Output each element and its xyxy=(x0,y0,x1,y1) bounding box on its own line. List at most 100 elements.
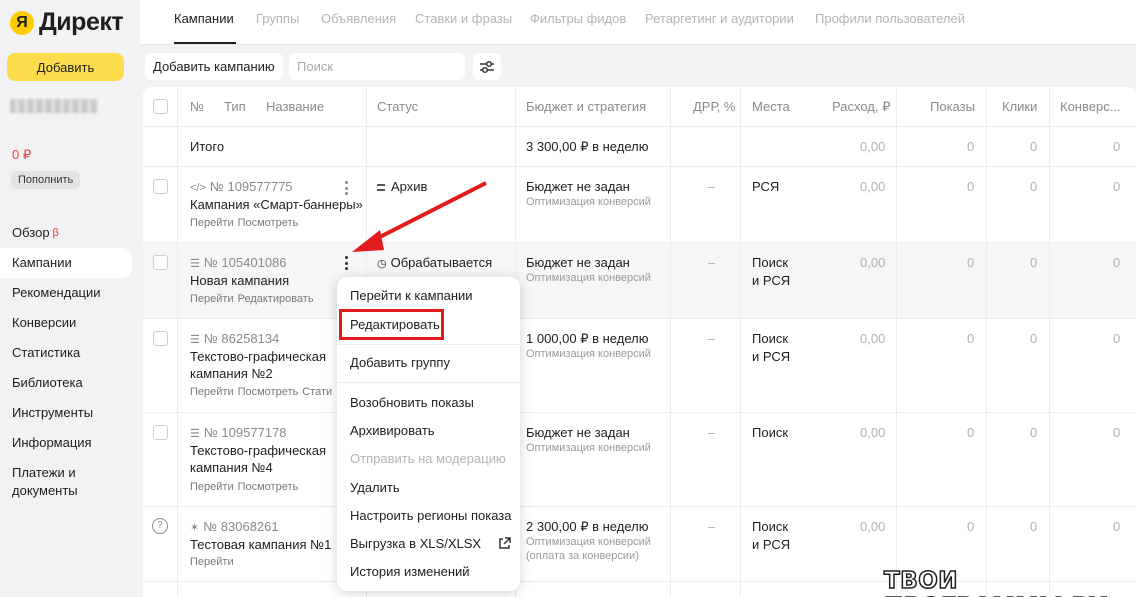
menu-item-archive[interactable]: Архивировать xyxy=(350,423,435,438)
blurred-login xyxy=(10,99,98,113)
campaign-name[interactable]: Тестовая кампания №1 xyxy=(190,537,331,552)
conversions: 0 xyxy=(1113,255,1121,270)
campaign-name[interactable]: Текстово-графическая xyxy=(190,443,326,458)
tab-groups[interactable]: Группы xyxy=(256,11,299,26)
sidebar-item-label: Рекомендации xyxy=(12,285,101,300)
link-edit[interactable]: Редактировать xyxy=(238,293,314,305)
total-shows: 0 xyxy=(967,139,975,154)
link-open[interactable]: Перейти xyxy=(190,293,234,305)
shows: 0 xyxy=(967,331,975,346)
header-name[interactable]: Название xyxy=(266,99,324,114)
help-icon[interactable]: ? xyxy=(152,518,168,534)
status: Архив xyxy=(377,179,427,194)
tab-campaigns[interactable]: Кампании xyxy=(174,11,234,26)
tab-ads[interactable]: Объявления xyxy=(321,11,396,26)
header-shows[interactable]: Показы xyxy=(930,99,975,114)
sidebar-item-recommendations[interactable]: Рекомендации xyxy=(0,278,140,308)
link-view[interactable]: Посмотреть xyxy=(238,481,299,493)
header-drr[interactable]: ДРР, % xyxy=(693,99,735,114)
strategy: Оптимизация конверсий xyxy=(526,272,651,284)
budget: Бюджет не задан xyxy=(526,255,630,270)
menu-item-resume[interactable]: Возобновить показы xyxy=(350,395,474,410)
sidebar-item-statistics[interactable]: Статистика xyxy=(0,338,140,368)
menu-item-regions[interactable]: Настроить регионы показа xyxy=(350,508,511,523)
status: ◷ Обрабатывается xyxy=(377,255,492,270)
tab-retargeting[interactable]: Ретаргетинг и аудитории xyxy=(645,11,794,26)
campaign-name[interactable]: Текстово-графическая xyxy=(190,349,326,364)
filter-settings-button[interactable] xyxy=(473,53,501,80)
sidebar-item-library[interactable]: Библиотека xyxy=(0,368,140,398)
header-places[interactable]: Места xyxy=(752,99,790,114)
sidebar-item-tools[interactable]: Инструменты xyxy=(0,398,140,428)
header-no[interactable]: № xyxy=(190,99,204,114)
campaign-name[interactable]: Новая кампания xyxy=(190,273,289,288)
total-budget: 3 300,00 ₽ в неделю xyxy=(526,139,649,154)
tab-feed-filters[interactable]: Фильтры фидов xyxy=(530,11,626,26)
clicks: 0 xyxy=(1030,331,1038,346)
menu-item-open-campaign[interactable]: Перейти к кампании xyxy=(350,288,473,303)
campaign-id: ☰ № 105401086 xyxy=(190,255,287,270)
add-button[interactable]: Добавить xyxy=(7,53,124,81)
strategy: Оптимизация конверсий xyxy=(526,196,651,208)
sidebar-item-campaigns[interactable]: Кампании xyxy=(0,248,132,278)
topup-button[interactable]: Пополнить xyxy=(11,171,81,189)
strategy: Оптимизация конверсий xyxy=(526,442,651,454)
row-checkbox[interactable] xyxy=(153,179,168,194)
header-status[interactable]: Статус xyxy=(377,99,418,114)
status-text: Архив xyxy=(391,179,428,194)
sidebar-item-conversions[interactable]: Конверсии xyxy=(0,308,140,338)
link-open[interactable]: Перейти xyxy=(190,481,234,493)
sidebar-item-payments[interactable]: Платежи и документы xyxy=(0,458,140,504)
menu-item-add-group[interactable]: Добавить группу xyxy=(350,355,450,370)
row-checkbox[interactable] xyxy=(153,331,168,346)
menu-item-history[interactable]: История изменений xyxy=(350,564,470,579)
row-menu-button[interactable] xyxy=(341,180,351,196)
add-campaign-button[interactable]: Добавить кампанию xyxy=(145,53,283,80)
sidebar-item-overview[interactable]: Обзор β xyxy=(0,218,140,248)
places: РСЯ xyxy=(752,179,780,194)
link-open[interactable]: Перейти xyxy=(190,386,234,398)
menu-item-export[interactable]: Выгрузка в XLS/XLSX xyxy=(350,536,481,551)
yandex-logo-icon: Я xyxy=(10,10,34,35)
tab-bids[interactable]: Ставки и фразы xyxy=(415,11,512,26)
link-stats[interactable]: Стати xyxy=(302,386,332,398)
link-open[interactable]: Перейти xyxy=(190,556,234,568)
text-ad-icon: ☰ xyxy=(190,334,200,346)
conversions: 0 xyxy=(1113,331,1121,346)
campaign-links: Перейти Редактировать xyxy=(190,293,318,305)
row-checkbox[interactable] xyxy=(153,255,168,270)
spend: 0,00 xyxy=(860,331,886,346)
tab-user-profiles[interactable]: Профили пользователей xyxy=(815,11,965,26)
campaign-id: ✶ № 83068261 xyxy=(190,519,279,534)
menu-item-delete[interactable]: Удалить xyxy=(350,480,400,495)
budget: 2 300,00 ₽ в неделю xyxy=(526,519,649,534)
header-conversions[interactable]: Конверс... xyxy=(1060,99,1121,114)
conversions: 0 xyxy=(1113,425,1121,440)
external-link-icon xyxy=(499,537,511,549)
header-budget[interactable]: Бюджет и стратегия xyxy=(526,99,646,114)
header-type[interactable]: Тип xyxy=(224,99,246,114)
search-input[interactable] xyxy=(289,53,465,80)
campaign-name-line2[interactable]: кампания №2 xyxy=(190,366,273,381)
campaign-name-line2[interactable]: кампания №4 xyxy=(190,460,273,475)
places: Поиск xyxy=(752,255,789,270)
sidebar-item-information[interactable]: Информация xyxy=(0,428,140,458)
conversions: 0 xyxy=(1113,519,1121,534)
campaign-name[interactable]: Кампания «Смарт-баннеры» xyxy=(190,197,363,212)
places-line2: и РСЯ xyxy=(752,349,791,364)
link-view[interactable]: Посмотреть xyxy=(238,386,299,398)
header-spend[interactable]: Расход, ₽ xyxy=(832,99,890,115)
campaign-links: Перейти Посмотреть xyxy=(190,217,302,229)
link-view[interactable]: Посмотреть xyxy=(238,217,299,229)
select-all-checkbox[interactable] xyxy=(153,99,168,114)
link-open[interactable]: Перейти xyxy=(190,217,234,229)
logo[interactable]: Я Директ xyxy=(10,8,124,37)
header-clicks[interactable]: Клики xyxy=(1002,99,1037,114)
spend: 0,00 xyxy=(860,179,886,194)
spend: 0,00 xyxy=(860,425,886,440)
row-menu-button[interactable] xyxy=(341,255,351,271)
row-checkbox[interactable] xyxy=(153,425,168,440)
campaign-id-text: № 109577775 xyxy=(209,179,293,194)
menu-divider xyxy=(337,344,520,345)
campaigns-table: № Тип Название Статус Бюджет и стратегия… xyxy=(143,87,1136,597)
